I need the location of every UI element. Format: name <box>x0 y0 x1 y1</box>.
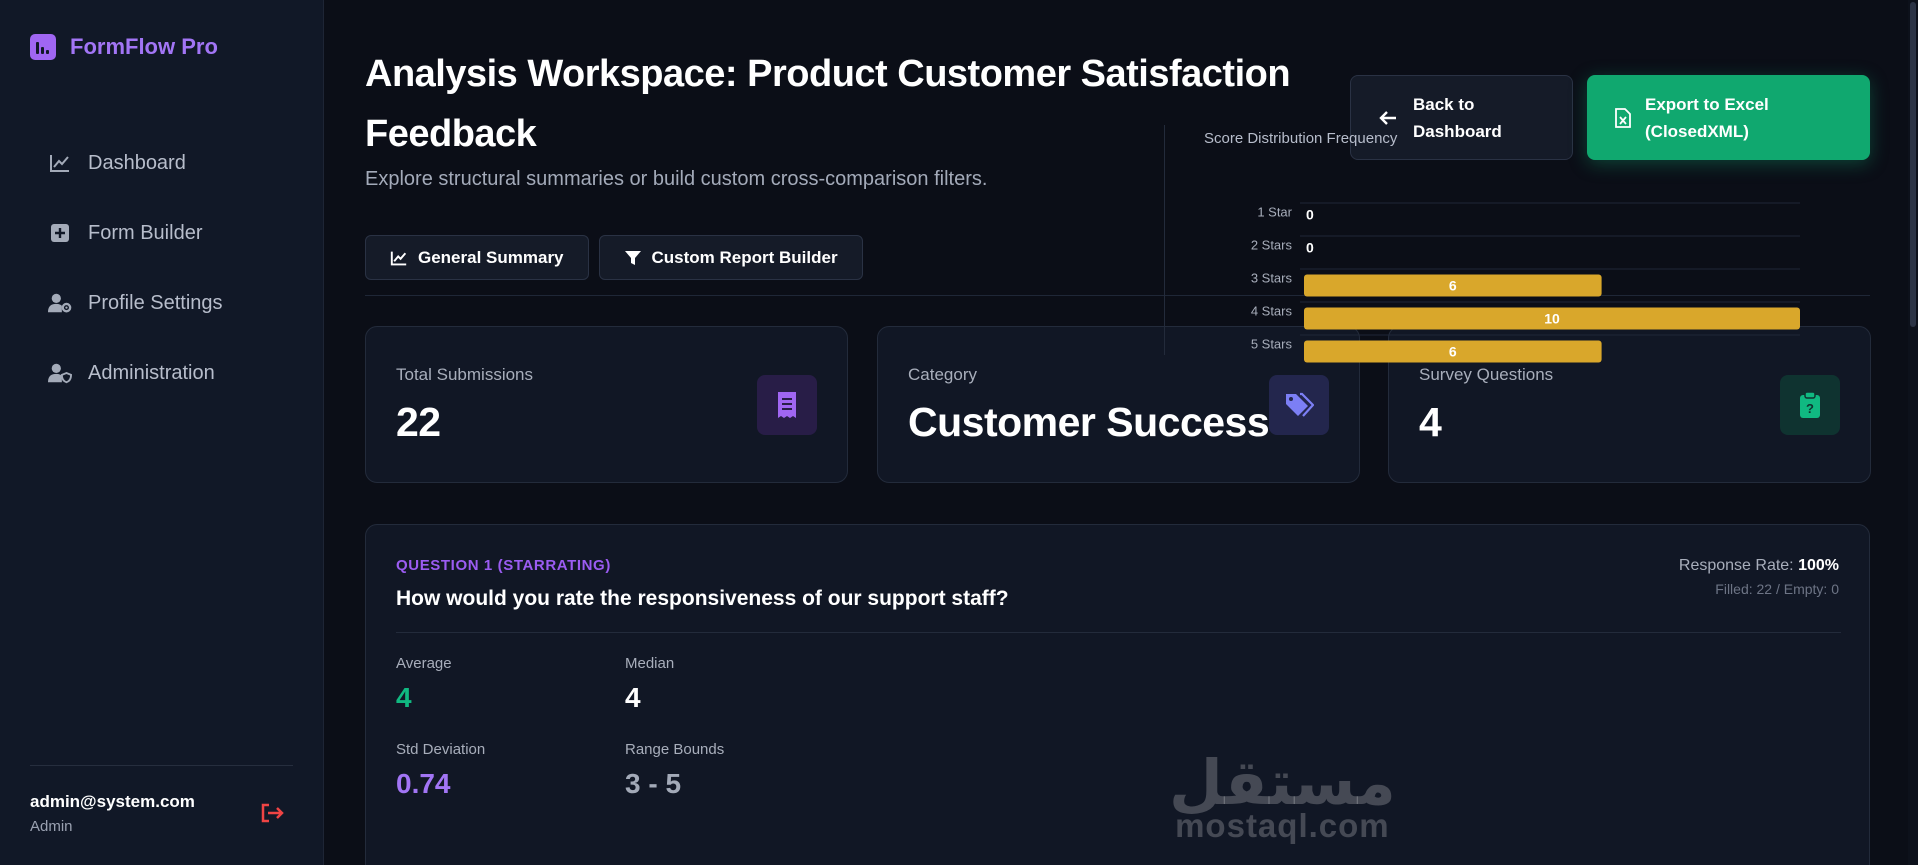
sidebar-item-label: Profile Settings <box>88 291 223 314</box>
sidebar-item-profile-settings[interactable]: Profile Settings <box>48 268 223 338</box>
chart-data-label: 10 <box>1544 311 1560 327</box>
sidebar-item-label: Form Builder <box>88 221 203 244</box>
tab-bar: General Summary Custom Report Builder <box>365 235 863 280</box>
metric-value: 0.74 <box>396 768 451 799</box>
stat-value: Customer Success <box>908 399 1270 445</box>
arrow-left-icon <box>1379 110 1396 125</box>
tab-label: Custom Report Builder <box>651 247 838 267</box>
plus-square-icon <box>48 223 72 243</box>
metric-label: Std Deviation <box>396 741 486 758</box>
response-rate: Response Rate: 100% <box>1679 557 1839 575</box>
receipt-icon <box>757 375 817 435</box>
stat-label: Category <box>908 365 977 384</box>
metric-label: Median <box>625 655 675 672</box>
brand-title: FormFlow Pro <box>70 34 218 59</box>
stat-card-total-submissions: Total Submissions 22 <box>365 326 848 483</box>
sidebar-item-dashboard[interactable]: Dashboard <box>48 128 223 198</box>
svg-text:?: ? <box>1806 401 1814 416</box>
user-gear-icon <box>48 292 72 314</box>
tags-icon <box>1269 375 1329 435</box>
page-scrollbar[interactable] <box>1908 0 1918 865</box>
sidebar-item-administration[interactable]: Administration <box>48 338 223 408</box>
stat-label: Total Submissions <box>396 365 534 384</box>
metric-value: 4 <box>625 682 641 713</box>
chart-line-icon <box>48 153 72 173</box>
question-divider <box>396 632 1841 633</box>
sidebar: FormFlow Pro Dashboard Form Builder Prof… <box>0 0 324 865</box>
metric-median: Median 4 <box>625 655 674 714</box>
page-title: Analysis Workspace: Product Customer Sat… <box>365 53 1291 155</box>
response-rate-label: Response Rate: <box>1678 557 1794 574</box>
metric-label: Range Bounds <box>625 741 725 758</box>
user-email: admin@system.com <box>30 792 195 811</box>
chart-category-label: 5 Stars <box>1251 337 1293 352</box>
back-button-label: Back to Dashboard <box>1413 94 1502 141</box>
sidebar-divider <box>30 765 293 766</box>
stat-value: 4 <box>1419 399 1442 445</box>
chart-category-label: 3 Stars <box>1251 271 1293 286</box>
sidebar-nav: Dashboard Form Builder Profile Settings … <box>48 128 223 408</box>
score-distribution-chart: 1 Star 0 2 Stars 0 3 Stars 6 4 Stars 10 5 Stars 6 <box>1251 202 1800 363</box>
metrics-divider <box>1164 125 1165 355</box>
sidebar-item-form-builder[interactable]: Form Builder <box>48 198 223 268</box>
sidebar-item-label: Administration <box>88 361 215 384</box>
chart-data-label: 0 <box>1306 207 1314 223</box>
brand[interactable]: FormFlow Pro <box>30 34 218 60</box>
sidebar-item-label: Dashboard <box>88 151 186 174</box>
metric-range-bounds: Range Bounds 3 - 5 <box>625 741 724 800</box>
metric-average: Average 4 <box>396 655 452 714</box>
stat-label: Survey Questions <box>1419 365 1554 384</box>
tab-general-summary[interactable]: General Summary <box>365 235 589 280</box>
back-to-dashboard-button[interactable]: Back to Dashboard <box>1350 75 1573 160</box>
chart-category-label: 2 Stars <box>1251 238 1293 253</box>
file-excel-icon <box>1615 107 1631 128</box>
metric-label: Average <box>396 655 452 672</box>
main-content: Analysis Workspace: Product Customer Sat… <box>324 0 1918 865</box>
chart-category-label: 1 Star <box>1257 205 1292 220</box>
chart-data-label: 6 <box>1449 344 1457 360</box>
scrollbar-thumb[interactable] <box>1910 2 1916 327</box>
question-card: QUESTION 1 (STARRATING) How would you ra… <box>365 524 1870 865</box>
chart-title: Score Distribution Frequency <box>1204 130 1398 147</box>
metric-std-deviation: Std Deviation 0.74 <box>396 741 485 800</box>
user-shield-icon <box>48 362 72 384</box>
filter-icon <box>624 250 641 265</box>
logout-icon[interactable] <box>260 802 288 826</box>
brand-logo-icon <box>30 34 56 60</box>
chart-line-icon <box>390 251 407 265</box>
question-title: How would you rate the responsiveness of… <box>396 587 1009 610</box>
filled-empty-count: Filled: 22 / Empty: 0 <box>1715 581 1839 597</box>
user-role: Admin <box>30 818 73 835</box>
tab-custom-report-builder[interactable]: Custom Report Builder <box>598 235 863 280</box>
page-subtitle: Explore structural summaries or build cu… <box>365 168 988 190</box>
stat-value: 22 <box>396 399 441 445</box>
metric-value: 4 <box>396 682 412 713</box>
clipboard-question-icon: ? <box>1780 375 1840 435</box>
metric-value: 3 - 5 <box>625 768 682 799</box>
chart-category-label: 4 Stars <box>1251 304 1293 319</box>
export-button-label: Export to Excel (ClosedXML) <box>1645 94 1769 141</box>
chart-data-label: 6 <box>1449 278 1457 294</box>
export-excel-button[interactable]: Export to Excel (ClosedXML) <box>1587 75 1870 160</box>
chart-data-label: 0 <box>1306 240 1314 256</box>
response-rate-value: 100% <box>1798 557 1839 574</box>
tab-label: General Summary <box>418 247 564 267</box>
question-tag: QUESTION 1 (STARRATING) <box>396 557 611 574</box>
